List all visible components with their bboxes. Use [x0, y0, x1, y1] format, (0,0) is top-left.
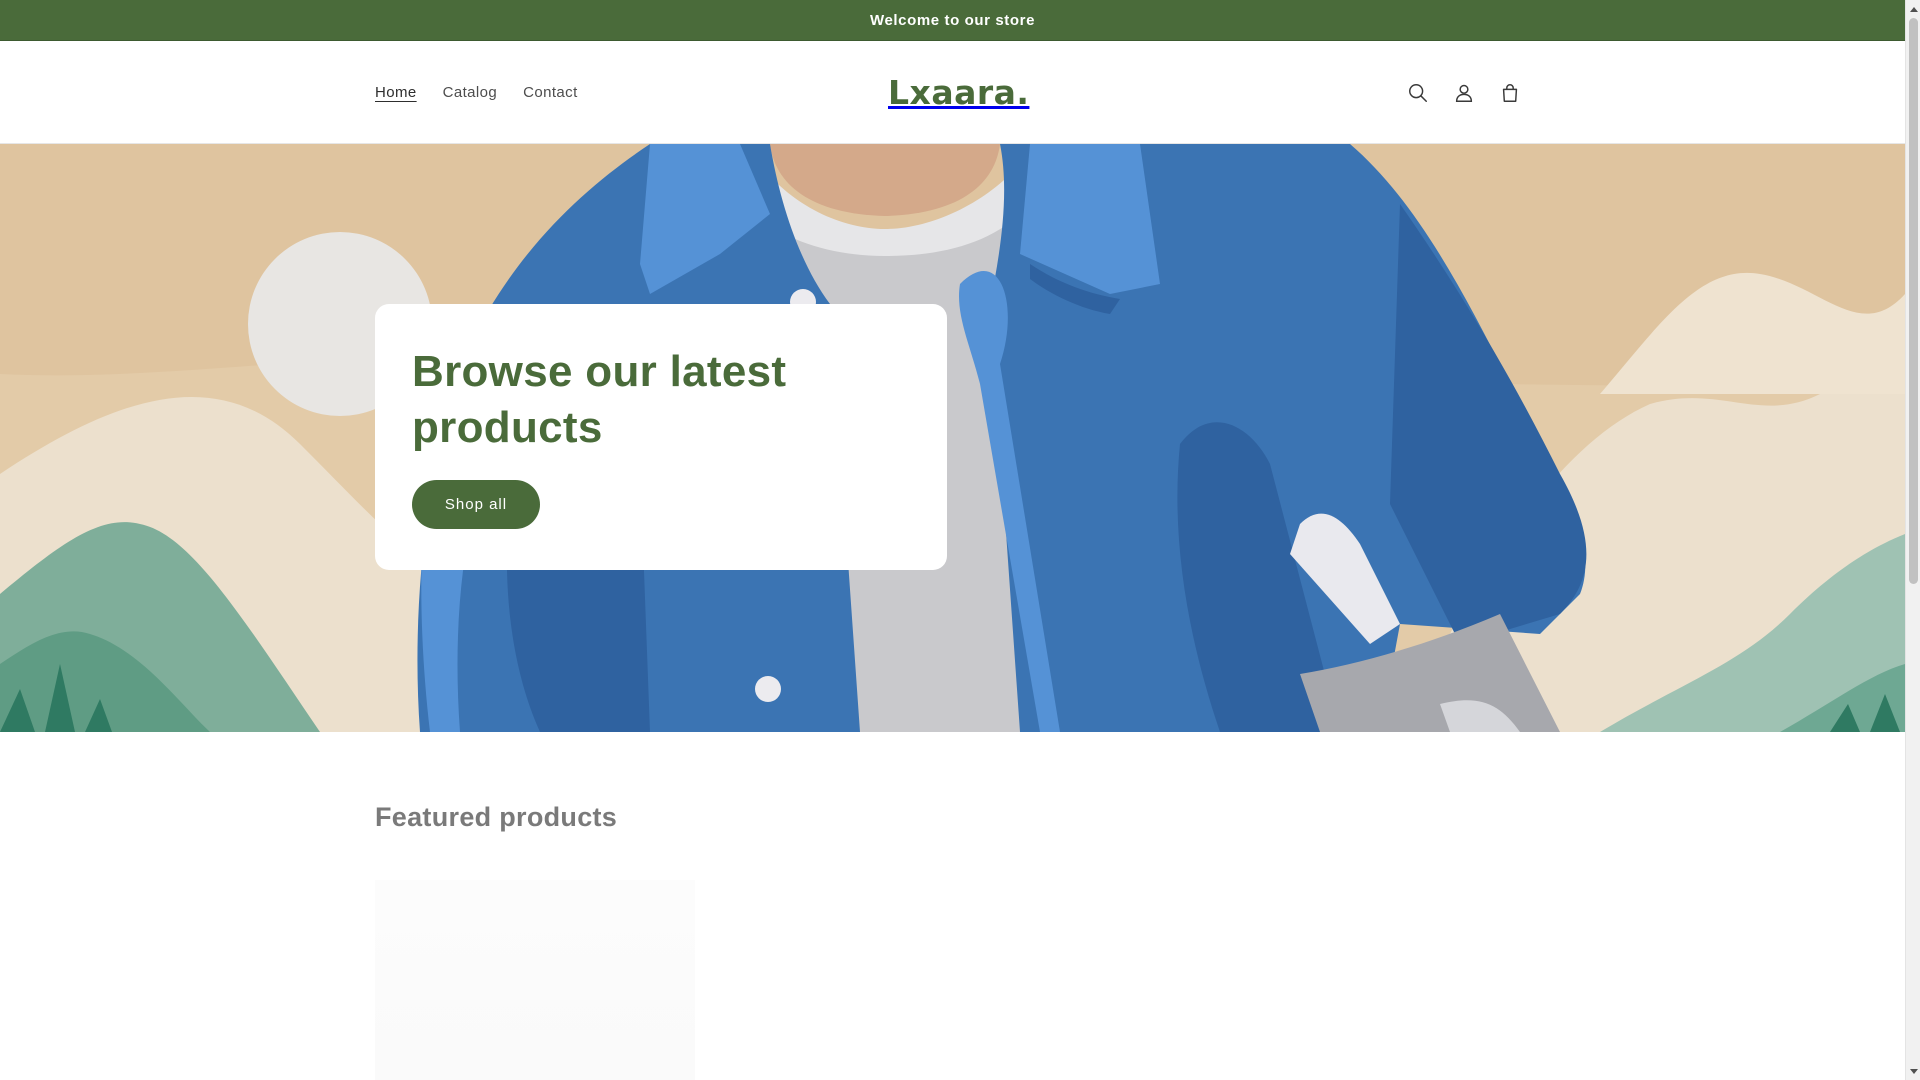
search-button[interactable] — [1395, 70, 1441, 116]
scroll-up-arrow[interactable] — [1906, 0, 1920, 17]
chevron-up-icon — [1909, 6, 1918, 12]
main-nav: Home Catalog Contact — [362, 41, 591, 144]
hero-title: Browse our latest products — [412, 347, 787, 452]
page: Welcome to our store Home Catalog Contac… — [0, 0, 1905, 1080]
cart-button[interactable] — [1487, 70, 1533, 116]
search-icon — [1409, 83, 1427, 102]
account-icon — [1455, 84, 1473, 102]
store-logo[interactable]: Lxaara. — [888, 67, 1029, 117]
hero-content-card: Browse our latest products Shop all — [375, 304, 947, 570]
nav-item-home[interactable]: Home — [362, 84, 430, 101]
featured-products-heading: Featured products — [375, 802, 618, 832]
page-scrollbar[interactable] — [1905, 0, 1920, 1080]
hero-banner: Browse our latest products Shop all — [0, 144, 1905, 732]
nav-item-catalog[interactable]: Catalog — [430, 84, 511, 101]
product-card-placeholder[interactable] — [375, 880, 695, 1080]
chevron-down-icon — [1909, 1068, 1918, 1074]
announcement-bar: Welcome to our store — [0, 0, 1905, 41]
shop-all-button[interactable]: Shop all — [412, 480, 540, 529]
cart-icon — [1502, 83, 1518, 102]
announcement-text: Welcome to our store — [869, 11, 1036, 29]
header-icons — [1395, 41, 1533, 144]
scroll-down-arrow[interactable] — [1906, 1063, 1920, 1080]
scrollbar-thumb[interactable] — [1909, 18, 1918, 584]
site-header: Home Catalog Contact Lxaara. — [0, 41, 1905, 144]
account-button[interactable] — [1441, 70, 1487, 116]
nav-item-contact[interactable]: Contact — [510, 84, 591, 101]
hero-illustration — [0, 144, 1905, 732]
logo-text: Lxaara. — [888, 72, 1030, 112]
